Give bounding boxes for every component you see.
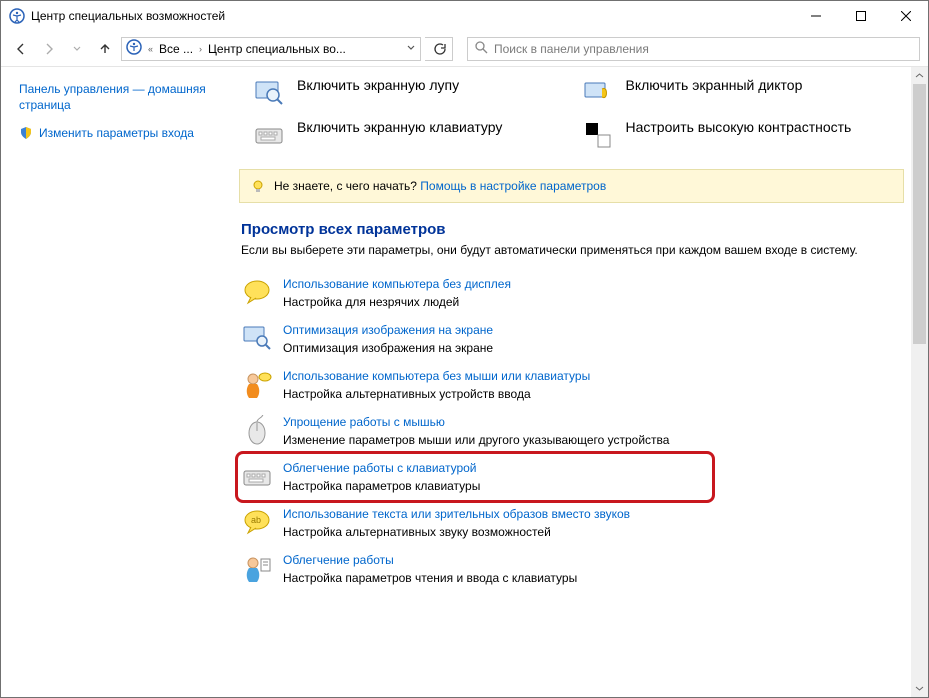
setting-link[interactable]: Использование компьютера без дисплея — [283, 277, 511, 291]
setting-link[interactable]: Использование текста или зрительных обра… — [283, 507, 630, 521]
setting-sub: Изменение параметров мыши или другого ук… — [283, 433, 669, 447]
chevron-left-icon: « — [146, 44, 155, 54]
setting-no-display[interactable]: Использование компьютера без дисплея Наст… — [241, 271, 902, 317]
search-box[interactable] — [467, 37, 920, 61]
refresh-button[interactable] — [425, 37, 453, 61]
setting-link[interactable]: Использование компьютера без мыши или кл… — [283, 369, 590, 383]
window-title: Центр специальных возможностей — [31, 9, 793, 23]
shield-icon — [19, 126, 33, 140]
back-button[interactable] — [9, 37, 33, 61]
hint-text: Не знаете, с чего начать? Помощь в настр… — [274, 179, 606, 193]
setting-link[interactable]: Упрощение работы с мышью — [283, 415, 445, 429]
quick-access-grid: Включить экранную лупу Включить экранный… — [233, 67, 910, 169]
quick-narrator[interactable]: Включить экранный диктор — [582, 77, 891, 109]
ease-of-access-icon — [9, 8, 25, 24]
setting-optimize-display[interactable]: Оптимизация изображения на экране Оптимиз… — [241, 317, 902, 363]
up-button[interactable] — [93, 37, 117, 61]
person-speech-icon — [241, 369, 273, 401]
sidebar: Панель управления — домашняя страница Из… — [1, 67, 233, 697]
section-title: Просмотр всех параметров — [241, 221, 902, 238]
speech-bubble-icon — [241, 277, 273, 309]
high-contrast-icon — [582, 119, 614, 151]
lightbulb-icon — [250, 178, 266, 194]
chevron-right-icon: › — [197, 44, 204, 54]
setting-link[interactable]: Облегчение работы с клавиатурой — [283, 461, 477, 475]
magnifier-icon — [253, 77, 285, 109]
forward-button[interactable] — [37, 37, 61, 61]
setting-sub: Настройка альтернативных устройств ввода — [283, 387, 590, 401]
quick-link-label: Включить экранный диктор — [626, 77, 803, 94]
scroll-down-button[interactable] — [911, 680, 928, 697]
breadcrumb-segment[interactable]: Центр специальных во... — [208, 42, 346, 56]
minimize-button[interactable] — [793, 1, 838, 31]
sidebar-control-panel-home[interactable]: Панель управления — домашняя страница — [19, 81, 223, 113]
scroll-up-button[interactable] — [911, 67, 928, 84]
setting-sub: Настройка параметров клавиатуры — [283, 479, 480, 493]
setting-sub: Настройка для незрячих людей — [283, 295, 511, 309]
quick-onscreen-keyboard[interactable]: Включить экранную клавиатуру — [253, 119, 562, 151]
setting-keyboard-easier[interactable]: Облегчение работы с клавиатурой Настройка… — [241, 455, 902, 501]
window: Центр специальных возможностей « Все ...… — [0, 0, 929, 698]
quick-high-contrast[interactable]: Настроить высокую контрастность — [582, 119, 891, 151]
close-button[interactable] — [883, 1, 928, 31]
setting-sub: Настройка параметров чтения и ввода с кл… — [283, 571, 577, 585]
narrator-icon — [582, 77, 614, 109]
quick-link-label: Настроить высокую контрастность — [626, 119, 852, 136]
breadcrumb-segment[interactable]: Все ... — [159, 42, 193, 56]
setting-no-mouse-keyboard[interactable]: Использование компьютера без мыши или кл… — [241, 363, 902, 409]
settings-list: Использование компьютера без дисплея Наст… — [233, 271, 910, 593]
maximize-button[interactable] — [838, 1, 883, 31]
hint-box: Не знаете, с чего начать? Помощь в настр… — [239, 169, 904, 203]
keyboard-icon — [241, 461, 273, 493]
setting-sub: Настройка альтернативных звуку возможнос… — [283, 525, 630, 539]
vertical-scrollbar[interactable] — [911, 67, 928, 697]
monitor-magnifier-icon — [241, 323, 273, 355]
mouse-icon — [241, 415, 273, 447]
chevron-down-icon[interactable] — [406, 42, 416, 56]
person-document-icon — [241, 553, 273, 585]
recent-dropdown[interactable] — [65, 37, 89, 61]
setting-link[interactable]: Оптимизация изображения на экране — [283, 323, 493, 337]
setting-mouse-easier[interactable]: Упрощение работы с мышью Изменение параме… — [241, 409, 902, 455]
main-panel: Включить экранную лупу Включить экранный… — [233, 67, 928, 697]
keyboard-icon — [253, 119, 285, 151]
quick-magnifier[interactable]: Включить экранную лупу — [253, 77, 562, 109]
content-area: Панель управления — домашняя страница Из… — [1, 67, 928, 697]
quick-link-label: Включить экранную лупу — [297, 77, 459, 94]
hint-link[interactable]: Помощь в настройке параметров — [420, 179, 606, 193]
scroll-thumb[interactable] — [913, 84, 926, 344]
search-input[interactable] — [494, 42, 913, 56]
toolbar: « Все ... › Центр специальных во... — [1, 31, 928, 67]
svg-text:ab: ab — [251, 515, 261, 525]
search-icon — [474, 40, 488, 57]
section-desc: Если вы выберете эти параметры, они буду… — [241, 242, 902, 259]
quick-link-label: Включить экранную клавиатуру — [297, 119, 502, 136]
speech-bubble-icon: ab — [241, 507, 273, 539]
sidebar-change-signin-settings[interactable]: Изменить параметры входа — [39, 125, 194, 141]
setting-text-visual-alternatives[interactable]: ab Использование текста или зрительных о… — [241, 501, 902, 547]
setting-easier-focus[interactable]: Облегчение работы Настройка параметров чт… — [241, 547, 902, 593]
setting-sub: Оптимизация изображения на экране — [283, 341, 493, 355]
titlebar: Центр специальных возможностей — [1, 1, 928, 31]
ease-of-access-icon — [126, 39, 142, 58]
address-bar[interactable]: « Все ... › Центр специальных во... — [121, 37, 421, 61]
setting-link[interactable]: Облегчение работы — [283, 553, 394, 567]
